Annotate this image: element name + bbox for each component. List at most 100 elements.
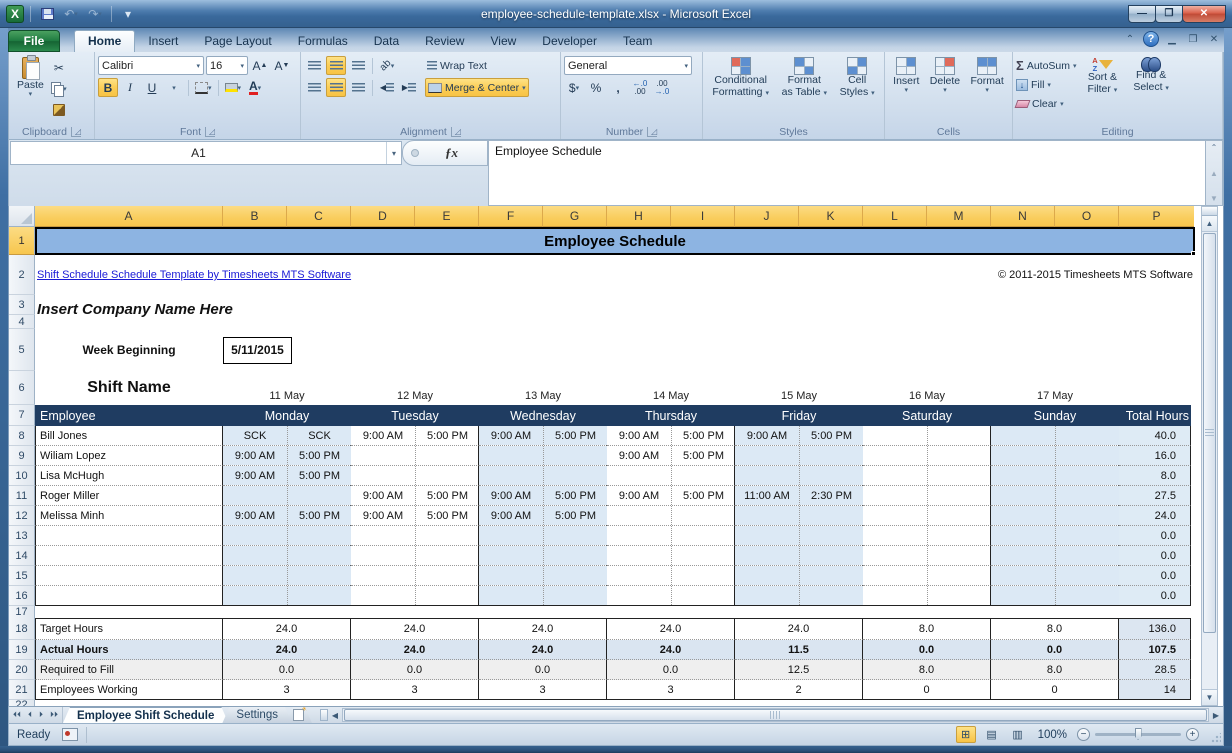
close-button[interactable]: ✕: [1182, 5, 1226, 23]
shift-start-cell[interactable]: [735, 506, 799, 525]
shift-start-cell[interactable]: [351, 546, 415, 565]
row-header-16[interactable]: 16: [9, 586, 35, 606]
workbook-minimize-button[interactable]: ▁: [1164, 34, 1180, 45]
employee-column-header[interactable]: Employee: [35, 405, 223, 426]
column-header-K[interactable]: K: [799, 206, 863, 227]
summary-value-sunday[interactable]: 8.0: [991, 618, 1119, 640]
day-header-thursday[interactable]: Thursday: [607, 405, 735, 426]
summary-value-sunday[interactable]: 0: [991, 680, 1119, 700]
row-header-9[interactable]: 9: [9, 446, 35, 466]
font-color-button[interactable]: A▾: [245, 78, 265, 97]
shift-start-cell[interactable]: [735, 586, 799, 605]
row-header-21[interactable]: 21: [9, 680, 35, 700]
summary-value-friday[interactable]: 2: [735, 680, 863, 700]
page-layout-view-button[interactable]: ▤: [982, 726, 1002, 743]
shift-end-cell[interactable]: [287, 566, 351, 585]
format-painter-button[interactable]: [49, 100, 69, 119]
comma-style-button[interactable]: ,: [608, 78, 628, 97]
summary-value-sunday[interactable]: 8.0: [991, 660, 1119, 680]
column-header-O[interactable]: O: [1055, 206, 1119, 227]
shift-end-cell[interactable]: [927, 586, 991, 605]
shift-end-cell[interactable]: 5:00 PM: [799, 426, 863, 445]
zoom-slider-track[interactable]: [1095, 733, 1181, 736]
column-header-M[interactable]: M: [927, 206, 991, 227]
shift-start-cell[interactable]: [863, 506, 927, 525]
next-sheet-button[interactable]: ⏵: [39, 710, 43, 720]
undo-button[interactable]: ↶▾: [61, 5, 81, 23]
ribbon-tab-team[interactable]: Team: [610, 31, 665, 52]
employee-name-cell[interactable]: Wiliam Lopez: [35, 446, 223, 466]
align-right-button[interactable]: [348, 78, 368, 97]
ribbon-tab-developer[interactable]: Developer: [529, 31, 610, 52]
ribbon-tab-formulas[interactable]: Formulas: [285, 31, 361, 52]
cell-styles-button[interactable]: CellStyles ▾: [835, 54, 880, 124]
summary-total-cell[interactable]: 14: [1119, 680, 1191, 700]
underline-button[interactable]: U: [142, 78, 162, 97]
file-tab[interactable]: File: [8, 30, 60, 52]
shift-end-cell[interactable]: [415, 446, 479, 465]
align-bottom-button[interactable]: [348, 56, 368, 75]
shift-end-cell[interactable]: 5:00 PM: [415, 506, 479, 525]
shift-end-cell[interactable]: [1055, 586, 1119, 605]
date-header-6[interactable]: 16 May: [863, 371, 991, 405]
page-break-view-button[interactable]: ▥: [1008, 726, 1028, 743]
shift-end-cell[interactable]: [927, 426, 991, 445]
shift-start-cell[interactable]: [863, 586, 927, 605]
shift-start-cell[interactable]: 9:00 AM: [223, 466, 287, 485]
summary-value-tuesday[interactable]: 3: [351, 680, 479, 700]
shift-start-cell[interactable]: 9:00 AM: [479, 506, 543, 525]
shift-start-cell[interactable]: [351, 586, 415, 605]
select-all-corner[interactable]: [9, 206, 35, 227]
summary-label-cell[interactable]: Target Hours: [35, 618, 223, 640]
shift-start-cell[interactable]: 9:00 AM: [351, 426, 415, 445]
total-hours-cell[interactable]: 0.0: [1119, 586, 1191, 606]
shift-end-cell[interactable]: [927, 566, 991, 585]
column-header-I[interactable]: I: [671, 206, 735, 227]
date-header-3[interactable]: 13 May: [479, 371, 607, 405]
shift-end-cell[interactable]: [927, 486, 991, 505]
row-header-2[interactable]: 2: [9, 255, 35, 295]
shift-end-cell[interactable]: 5:00 PM: [543, 426, 607, 445]
company-name-cell[interactable]: Insert Company Name Here: [35, 295, 233, 315]
font-dialog-launcher[interactable]: ◿: [205, 127, 215, 137]
column-header-L[interactable]: L: [863, 206, 927, 227]
shift-start-cell[interactable]: [351, 446, 415, 465]
sheet-tab-settings[interactable]: Settings: [222, 707, 292, 723]
summary-value-wednesday[interactable]: 0.0: [479, 660, 607, 680]
total-hours-cell[interactable]: 0.0: [1119, 566, 1191, 586]
shift-end-cell[interactable]: 5:00 PM: [671, 426, 735, 445]
alignment-dialog-launcher[interactable]: ◿: [451, 127, 461, 137]
clipboard-dialog-launcher[interactable]: ◿: [71, 127, 81, 137]
italic-button[interactable]: I: [120, 78, 140, 97]
excel-app-icon[interactable]: X: [6, 5, 24, 23]
day-header-monday[interactable]: Monday: [223, 405, 351, 426]
shift-end-cell[interactable]: [415, 546, 479, 565]
shift-end-cell[interactable]: [671, 506, 735, 525]
day-header-sunday[interactable]: Sunday: [991, 405, 1119, 426]
summary-value-wednesday[interactable]: 24.0: [479, 640, 607, 660]
shift-start-cell[interactable]: [607, 506, 671, 525]
summary-value-wednesday[interactable]: 24.0: [479, 618, 607, 640]
shift-start-cell[interactable]: [991, 586, 1055, 605]
prev-sheet-button[interactable]: ⏴: [28, 710, 32, 720]
shift-start-cell[interactable]: [735, 446, 799, 465]
row-header-12[interactable]: 12: [9, 506, 35, 526]
insert-function-button[interactable]: ƒx: [445, 145, 458, 161]
shift-end-cell[interactable]: 5:00 PM: [671, 486, 735, 505]
percent-button[interactable]: %: [586, 78, 606, 97]
shift-start-cell[interactable]: [735, 466, 799, 485]
date-header-1[interactable]: 11 May: [223, 371, 351, 405]
ribbon-tab-page-layout[interactable]: Page Layout: [191, 31, 284, 52]
summary-value-tuesday[interactable]: 24.0: [351, 640, 479, 660]
save-button[interactable]: [37, 5, 57, 23]
day-header-friday[interactable]: Friday: [735, 405, 863, 426]
total-hours-cell[interactable]: 0.0: [1119, 546, 1191, 566]
summary-value-tuesday[interactable]: 0.0: [351, 660, 479, 680]
shift-end-cell[interactable]: [1055, 566, 1119, 585]
shift-end-cell[interactable]: SCK: [287, 426, 351, 445]
shift-end-cell[interactable]: [415, 566, 479, 585]
shift-end-cell[interactable]: [287, 546, 351, 565]
copy-button[interactable]: ▾: [49, 79, 69, 98]
shift-end-cell[interactable]: [415, 526, 479, 545]
format-cells-button[interactable]: Format▾: [966, 54, 1009, 124]
